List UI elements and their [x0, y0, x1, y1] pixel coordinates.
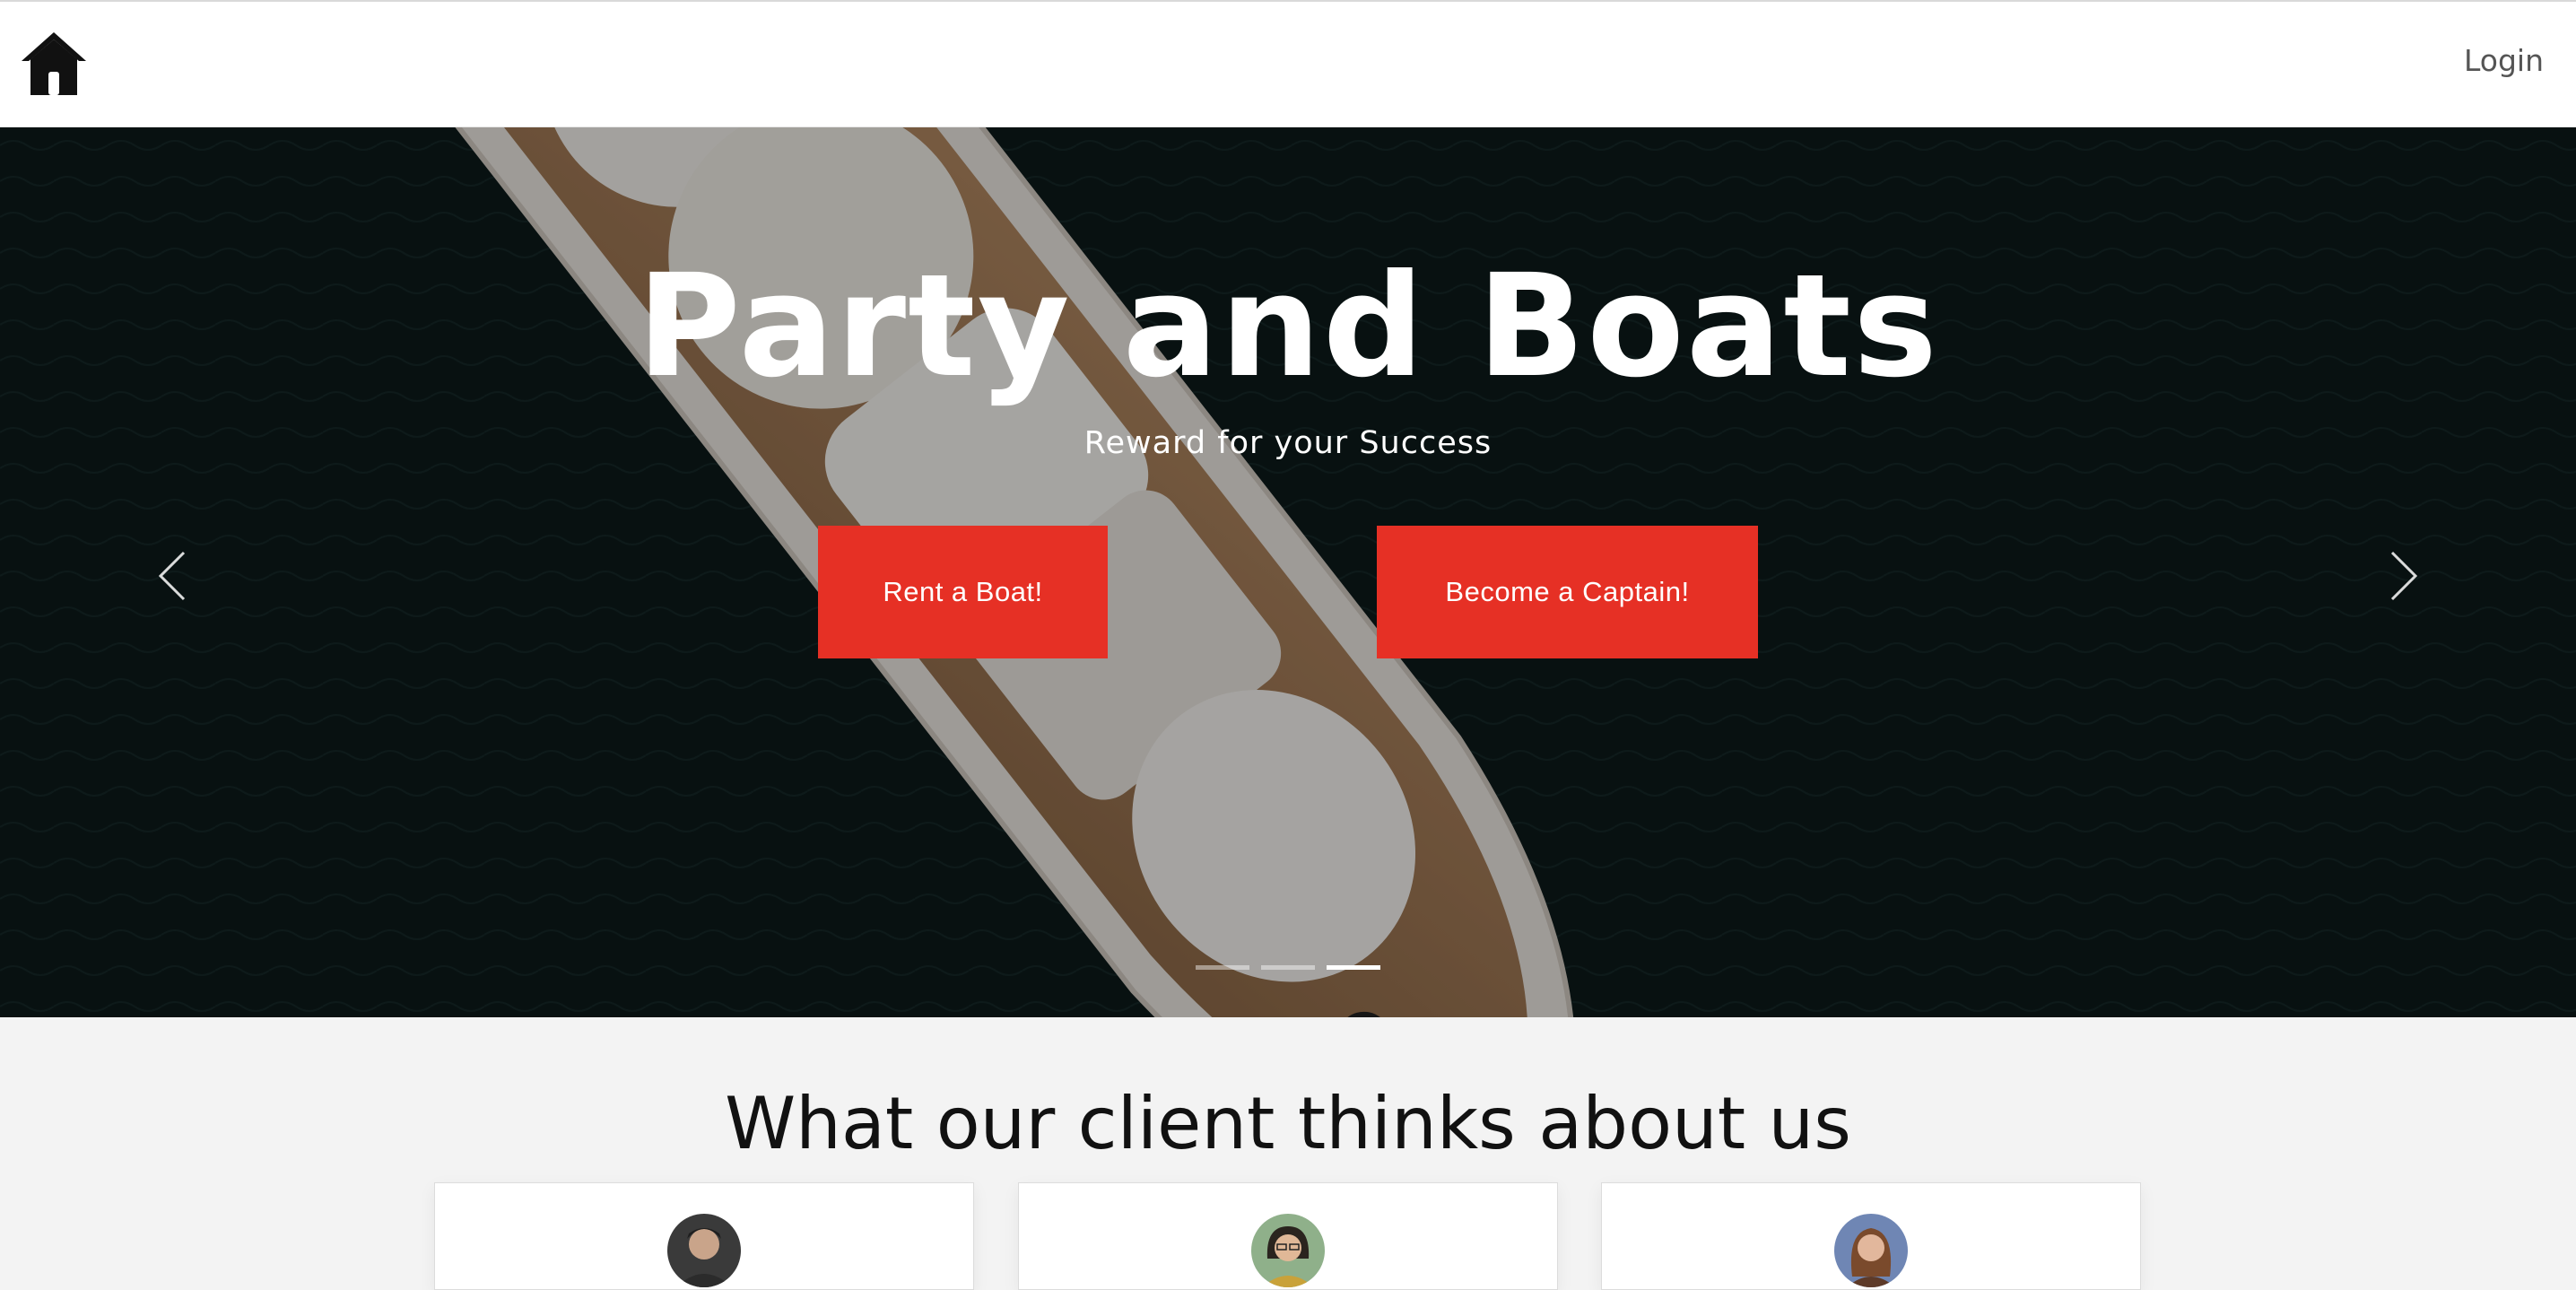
- carousel-indicator-2[interactable]: [1261, 965, 1315, 970]
- hero-carousel: Party and Boats Reward for your Success …: [0, 127, 2576, 1017]
- become-captain-button[interactable]: Become a Captain!: [1377, 526, 1758, 658]
- home-icon[interactable]: [18, 27, 90, 99]
- testimonials-section: What our client thinks about us: [0, 1017, 2576, 1290]
- avatar: [1834, 1214, 1908, 1287]
- testimonials-title: What our client thinks about us: [725, 1082, 1851, 1165]
- avatar: [1251, 1214, 1325, 1287]
- avatar: [667, 1214, 741, 1287]
- carousel-next-button[interactable]: [2377, 540, 2431, 612]
- testimonial-card: [1018, 1182, 1558, 1290]
- testimonial-card: [434, 1182, 974, 1290]
- carousel-prev-button[interactable]: [145, 540, 199, 612]
- top-navbar: Login: [0, 0, 2576, 127]
- testimonial-card: [1601, 1182, 2141, 1290]
- chevron-left-icon: [158, 551, 186, 601]
- login-link[interactable]: Login: [2464, 43, 2544, 78]
- hero-subtitle: Reward for your Success: [1083, 425, 1493, 461]
- hero-title: Party and Boats: [637, 244, 1939, 409]
- carousel-indicator-1[interactable]: [1196, 965, 1249, 970]
- carousel-indicators: [1196, 965, 1380, 970]
- chevron-right-icon: [2390, 551, 2418, 601]
- rent-boat-button[interactable]: Rent a Boat!: [818, 526, 1108, 658]
- carousel-indicator-3[interactable]: [1327, 965, 1380, 970]
